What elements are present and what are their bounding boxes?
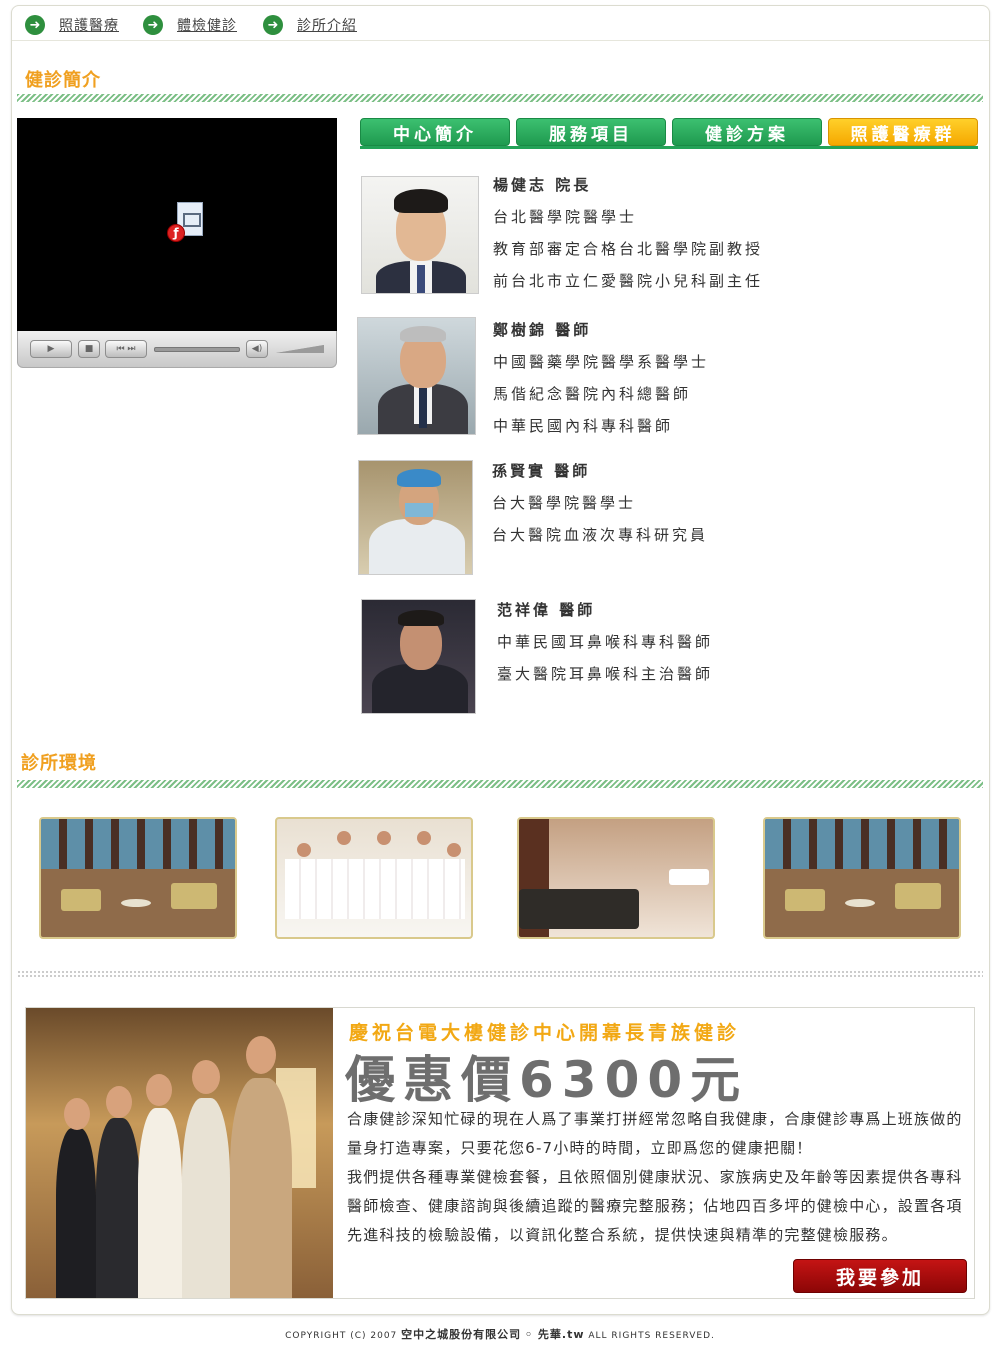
nav-item-checkup[interactable]: ➜ 體檢健診 [143, 15, 237, 35]
doctor-credential: 臺大醫院耳鼻喉科主治醫師 [497, 665, 714, 683]
nav-label[interactable]: 體檢健診 [177, 15, 237, 35]
stop-button[interactable]: ■ [78, 340, 100, 358]
arrow-right-icon: ➜ [143, 15, 163, 35]
footer-company: 空中之城股份有限公司 [401, 1328, 522, 1341]
promo-paragraph: 合康健診深知忙碌的現在人爲了事業打拼經常忽略自我健康，合康健診專爲上班族做的量身… [347, 1110, 963, 1157]
clinic-photo-staff[interactable] [275, 817, 473, 939]
doctor-credential: 馬偕紀念醫院內科總醫師 [493, 385, 692, 403]
tab-center-intro[interactable]: 中心簡介 [360, 118, 510, 146]
section-divider [17, 94, 983, 102]
join-button[interactable]: 我要參加 [793, 1259, 967, 1293]
doctor-name: 范祥偉 醫師 [497, 601, 596, 619]
nav-item-care[interactable]: ➜ 照護醫療 [25, 15, 119, 35]
arrow-right-icon: ➜ [263, 15, 283, 35]
volume-icon[interactable]: ◀) [246, 340, 268, 358]
video-controls: ▶ ■ ⏮ ⏭ ◀) [17, 331, 337, 368]
doctor-photo [361, 599, 476, 714]
footer: COPYRIGHT (C) 2007 空中之城股份有限公司 ◦ 先華.tw AL… [0, 1326, 1000, 1342]
skip-buttons[interactable]: ⏮ ⏭ [105, 340, 147, 358]
volume-slider[interactable] [276, 345, 324, 353]
doctor-credential: 中國醫藥學院醫學系醫學士 [493, 353, 710, 371]
doctor-credential: 中華民國耳鼻喉科專科醫師 [497, 633, 714, 651]
clinic-photo-sofa[interactable] [517, 817, 715, 939]
promo-photo [26, 1008, 333, 1298]
clinic-photo-lounge-2[interactable] [763, 817, 961, 939]
tab-medical-team[interactable]: 照護醫療群 [828, 118, 978, 146]
doctor-credential: 台大醫院血液次專科研究員 [492, 526, 709, 544]
doctor-name: 鄭樹錦 醫師 [493, 321, 592, 339]
doctor-credential: 台北醫學院醫學士 [493, 208, 638, 226]
missing-plugin-icon: ƒ [167, 202, 203, 242]
doctor-name: 楊健志 院長 [493, 176, 592, 194]
tab-underline [360, 146, 978, 149]
section-divider [17, 780, 983, 788]
doctor-credential: 教育部審定合格台北醫學院副教授 [493, 240, 764, 258]
tab-bar: 中心簡介 服務項目 健診方案 照護醫療群 [360, 118, 978, 146]
nav-item-clinic[interactable]: ➜ 診所介紹 [263, 15, 357, 35]
doctor-credential: 中華民國內科專科醫師 [493, 417, 674, 435]
tab-services[interactable]: 服務項目 [516, 118, 666, 146]
top-nav: ➜ 照護醫療 ➜ 體檢健診 ➜ 診所介紹 [12, 6, 989, 41]
footer-brand[interactable]: ◦ 先華.tw [525, 1328, 584, 1341]
tab-plans[interactable]: 健診方案 [672, 118, 822, 146]
doctor-photo [358, 460, 473, 575]
video-player[interactable]: ƒ ▶ ■ ⏮ ⏭ ◀) [17, 118, 337, 368]
dotted-divider [17, 970, 983, 978]
seek-bar[interactable] [154, 347, 240, 352]
footer-rights: ALL RIGHTS RESERVED. [588, 1331, 715, 1341]
environment-section-title: 診所環境 [21, 753, 97, 774]
doctor-photo [357, 317, 476, 435]
doctor-photo [361, 176, 479, 294]
promo-price: 優惠價6300元 [345, 1051, 749, 1109]
promo-paragraph: 我們提供各種專業健檢套餐，且依照個別健康狀況、家族病史及年齡等因素提供各專科醫師… [347, 1168, 963, 1244]
video-screen[interactable]: ƒ [17, 118, 337, 331]
promo-description: 合康健診深知忙碌的現在人爲了事業打拼經常忽略自我健康，合康健診專爲上班族做的量身… [347, 1105, 965, 1250]
doctor-credential: 台大醫學院醫學士 [492, 494, 637, 512]
clinic-photo-lounge[interactable] [39, 817, 237, 939]
doctor-credential: 前台北市立仁愛醫院小兒科副主任 [493, 272, 764, 290]
play-button[interactable]: ▶ [30, 340, 72, 358]
doctor-name: 孫賢實 醫師 [492, 462, 591, 480]
intro-section-title: 健診簡介 [25, 70, 101, 91]
arrow-right-icon: ➜ [25, 15, 45, 35]
footer-copyright: COPYRIGHT (C) 2007 [285, 1331, 398, 1341]
promo-banner: 慶祝台電大樓健診中心開幕長青族健診 優惠價6300元 合康健診深知忙碌的現在人爲… [25, 1007, 975, 1299]
nav-label[interactable]: 照護醫療 [59, 15, 119, 35]
nav-label[interactable]: 診所介紹 [297, 15, 357, 35]
